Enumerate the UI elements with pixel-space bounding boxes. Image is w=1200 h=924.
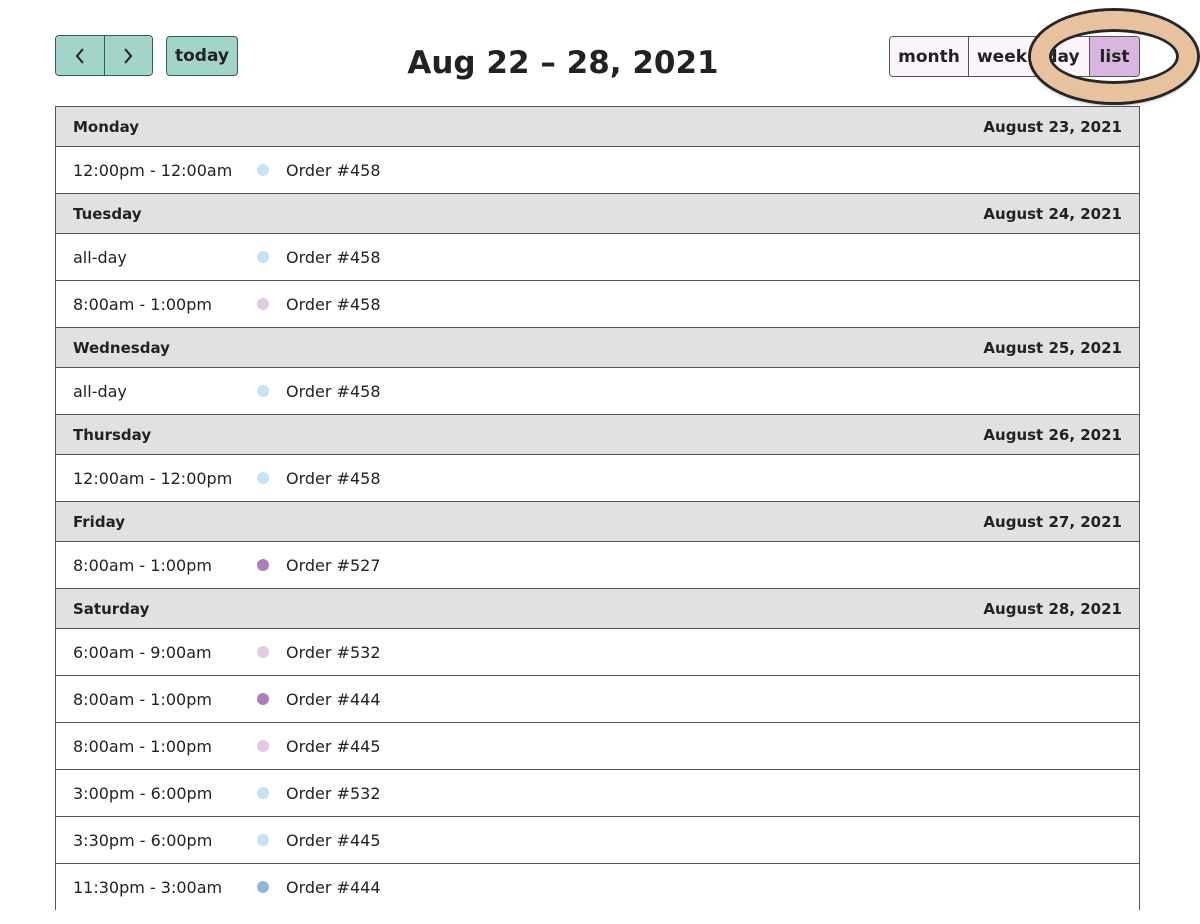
event-time: 8:00am - 1:00pm (73, 689, 212, 709)
event-title[interactable]: Order #445 (286, 737, 381, 756)
event-title[interactable]: Order #458 (286, 469, 381, 488)
day-header-weekday: Tuesday (73, 204, 142, 223)
day-header-date[interactable]: August 24, 2021 (983, 205, 1122, 223)
view-list-button[interactable]: list (1089, 37, 1139, 76)
day-header-weekday: Monday (73, 117, 140, 136)
event-time: 11:30pm - 3:00am (73, 877, 223, 897)
event-row[interactable]: 12:00pm - 12:00am Order #458 (56, 147, 1139, 194)
event-row[interactable]: 3:00pm - 6:00pm Order #532 (56, 770, 1139, 817)
day-header: Wednesday August 25, 2021 (56, 328, 1139, 368)
day-header: Friday August 27, 2021 (56, 502, 1139, 542)
chevron-right-icon (122, 47, 134, 65)
event-color-dot (257, 787, 269, 799)
day-header-weekday: Saturday (73, 599, 150, 618)
event-time: 8:00am - 1:00pm (73, 736, 212, 756)
event-time: 12:00am - 12:00pm (73, 468, 233, 488)
calendar-title: Aug 22 – 28, 2021 (407, 45, 719, 81)
event-row[interactable]: 12:00am - 12:00pm Order #458 (56, 455, 1139, 502)
event-row[interactable]: 8:00am - 1:00pm Order #458 (56, 281, 1139, 328)
event-row[interactable]: 8:00am - 1:00pm Order #527 (56, 542, 1139, 589)
event-color-dot (257, 385, 269, 397)
event-list: Monday August 23, 2021 12:00pm - 12:00am Or… (55, 106, 1140, 910)
chevron-left-icon (74, 47, 86, 65)
day-header-date[interactable]: August 27, 2021 (983, 513, 1122, 531)
event-time: all-day (73, 247, 127, 267)
today-button[interactable]: today (166, 36, 238, 76)
event-title[interactable]: Order #532 (286, 643, 381, 662)
event-title[interactable]: Order #444 (286, 690, 381, 709)
event-color-dot (257, 164, 269, 176)
event-row[interactable]: all-day Order #458 (56, 234, 1139, 281)
prev-next-button-group (55, 35, 153, 76)
day-header-weekday: Friday (73, 512, 126, 531)
event-time: 3:00pm - 6:00pm (73, 783, 213, 803)
event-time: 12:00pm - 12:00am (73, 160, 233, 180)
event-title[interactable]: Order #444 (286, 878, 381, 897)
event-title[interactable]: Order #458 (286, 248, 381, 267)
day-header: Thursday August 26, 2021 (56, 415, 1139, 455)
event-time: 8:00am - 1:00pm (73, 294, 212, 314)
event-color-dot (257, 740, 269, 752)
day-header-weekday: Thursday (73, 425, 152, 444)
event-title[interactable]: Order #458 (286, 161, 381, 180)
event-time: 6:00am - 9:00am (73, 642, 212, 662)
event-time: 8:00am - 1:00pm (73, 555, 212, 575)
next-button[interactable] (103, 36, 152, 75)
day-header-weekday: Wednesday (73, 338, 170, 357)
calendar-toolbar: today Aug 22 – 28, 2021 month week day l… (0, 0, 1200, 102)
event-color-dot (257, 559, 269, 571)
event-color-dot (257, 881, 269, 893)
event-color-dot (257, 646, 269, 658)
event-title[interactable]: Order #458 (286, 295, 381, 314)
event-title[interactable]: Order #527 (286, 556, 381, 575)
event-row[interactable]: 3:30pm - 6:00pm Order #445 (56, 817, 1139, 864)
event-color-dot (257, 693, 269, 705)
view-week-button[interactable]: week (968, 37, 1035, 76)
event-row[interactable]: 8:00am - 1:00pm Order #444 (56, 676, 1139, 723)
event-title[interactable]: Order #445 (286, 831, 381, 850)
day-header-date[interactable]: August 26, 2021 (983, 426, 1122, 444)
event-row[interactable]: 6:00am - 9:00am Order #532 (56, 629, 1139, 676)
view-month-button[interactable]: month (890, 37, 968, 76)
event-title[interactable]: Order #458 (286, 382, 381, 401)
day-header-date[interactable]: August 23, 2021 (983, 118, 1122, 136)
view-switcher: month week day list (889, 36, 1140, 77)
prev-button[interactable] (56, 36, 104, 75)
event-color-dot (257, 834, 269, 846)
day-header: Saturday August 28, 2021 (56, 589, 1139, 629)
day-header-date[interactable]: August 28, 2021 (983, 600, 1122, 618)
event-time: all-day (73, 381, 127, 401)
day-header: Monday August 23, 2021 (56, 107, 1139, 147)
day-header-date[interactable]: August 25, 2021 (983, 339, 1122, 357)
event-row[interactable]: all-day Order #458 (56, 368, 1139, 415)
event-color-dot (257, 298, 269, 310)
event-title[interactable]: Order #532 (286, 784, 381, 803)
event-color-dot (257, 251, 269, 263)
view-day-button[interactable]: day (1035, 37, 1089, 76)
event-time: 3:30pm - 6:00pm (73, 830, 213, 850)
event-color-dot (257, 472, 269, 484)
event-row[interactable]: 8:00am - 1:00pm Order #445 (56, 723, 1139, 770)
event-row[interactable]: 11:30pm - 3:00am Order #444 (56, 864, 1139, 910)
day-header: Tuesday August 24, 2021 (56, 194, 1139, 234)
